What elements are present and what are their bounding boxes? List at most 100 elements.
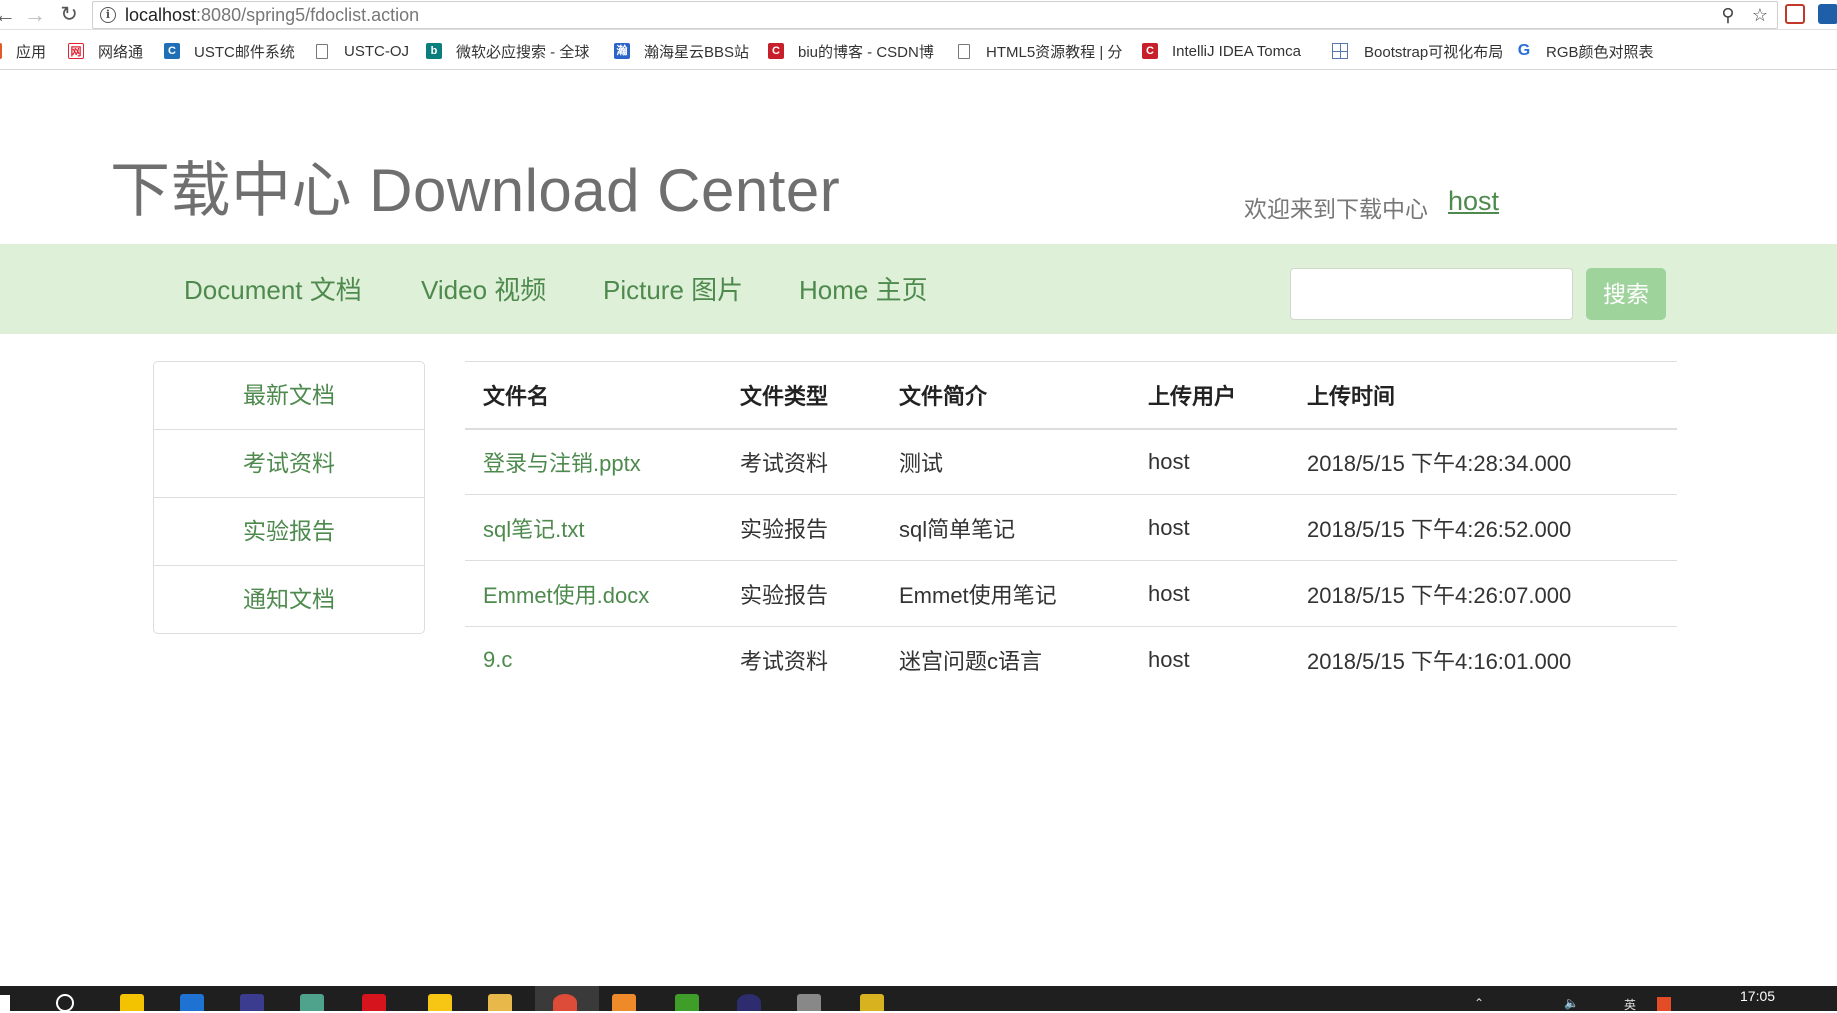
file-upload-time: 2018/5/15 下午4:28:34.000 bbox=[1307, 450, 1572, 476]
back-icon[interactable]: ← bbox=[0, 2, 18, 28]
column-header-upload-time: 上传时间 bbox=[1307, 383, 1396, 409]
file-link[interactable]: sql笔记.txt bbox=[465, 495, 722, 561]
ime-indicator[interactable]: 英 bbox=[1624, 996, 1636, 1013]
sidebar-item-exam[interactable]: 考试资料 bbox=[154, 430, 424, 498]
edge-icon[interactable] bbox=[180, 994, 204, 1011]
file-link[interactable]: 登录与注销.pptx bbox=[465, 429, 722, 495]
table-row: 登录与注销.pptx 考试资料 测试 host 2018/5/15 下午4:28… bbox=[465, 429, 1677, 495]
volume-icon[interactable]: 🔈 bbox=[1564, 996, 1579, 1010]
start-icon[interactable] bbox=[0, 995, 10, 1011]
file-uploader: host bbox=[1148, 514, 1190, 540]
nav-video[interactable]: Video 视频 bbox=[421, 270, 546, 307]
file-link[interactable]: 9.c bbox=[465, 627, 722, 693]
bookmarks-bar: 应用 网 网络通 C USTC邮件系统 USTC-OJ b 微软必应搜索 - 全… bbox=[0, 31, 1837, 70]
bookmark-label: 应用 bbox=[16, 43, 47, 61]
app-icon[interactable] bbox=[428, 994, 452, 1011]
rgb-icon: G bbox=[1516, 42, 1532, 59]
bookmark-csdn[interactable]: C biu的博客 - CSDN博 bbox=[768, 41, 934, 61]
page-icon bbox=[316, 43, 328, 59]
bookmark-ustc-oj[interactable]: USTC-OJ bbox=[316, 41, 409, 61]
bookmark-bing[interactable]: b 微软必应搜索 - 全球 bbox=[426, 41, 589, 61]
bookmark-ustc-mail[interactable]: C USTC邮件系统 bbox=[164, 41, 295, 61]
csdn-icon: C bbox=[1142, 43, 1158, 59]
file-type: 实验报告 bbox=[740, 516, 829, 542]
folder-icon[interactable] bbox=[488, 994, 512, 1011]
column-header-description: 文件简介 bbox=[899, 383, 988, 409]
sidebar-item-latest[interactable]: 最新文档 bbox=[154, 362, 424, 430]
settings-icon[interactable] bbox=[797, 994, 821, 1011]
table-header-row: 文件名 文件类型 文件简介 上传用户 上传时间 bbox=[465, 361, 1677, 429]
file-description: 测试 bbox=[899, 450, 944, 476]
user-link[interactable]: host bbox=[1448, 186, 1499, 217]
category-sidebar: 最新文档 考试资料 实验报告 通知文档 bbox=[153, 361, 425, 634]
bookmark-intellij[interactable]: C IntelliJ IDEA Tomca bbox=[1142, 41, 1301, 61]
file-upload-time: 2018/5/15 下午4:16:01.000 bbox=[1307, 648, 1572, 674]
nav-document[interactable]: Document 文档 bbox=[184, 270, 362, 307]
bookmark-html5[interactable]: HTML5资源教程 | 分 bbox=[958, 41, 1122, 61]
sidebar-item-lab-report[interactable]: 实验报告 bbox=[154, 498, 424, 566]
bookmark-label: RGB颜色对照表 bbox=[1546, 43, 1654, 61]
file-description: Emmet使用笔记 bbox=[899, 582, 1057, 608]
table-row: sql笔记.txt 实验报告 sql简单笔记 host 2018/5/15 下午… bbox=[465, 495, 1677, 561]
bookmark-label: USTC邮件系统 bbox=[194, 43, 295, 61]
clock[interactable]: 17:05 bbox=[1740, 988, 1775, 1004]
column-header-filename: 文件名 bbox=[483, 383, 550, 409]
net-icon: 网 bbox=[68, 43, 84, 59]
nav-home[interactable]: Home 主页 bbox=[799, 270, 928, 307]
table-row: 9.c 考试资料 迷宫问题c语言 host 2018/5/15 下午4:16:0… bbox=[465, 627, 1677, 693]
file-link[interactable]: Emmet使用.docx bbox=[465, 561, 722, 627]
app-icon[interactable] bbox=[860, 994, 884, 1011]
address-bar[interactable]: i localhost:8080/spring5/fdoclist.action… bbox=[92, 1, 1778, 29]
bookmark-rgb[interactable]: G RGB颜色对照表 bbox=[1516, 41, 1654, 61]
url-text: localhost:8080/spring5/fdoclist.action bbox=[125, 5, 420, 25]
forward-icon[interactable]: → bbox=[22, 2, 48, 28]
pocket-extension-icon[interactable] bbox=[1785, 4, 1805, 24]
sidebar-item-notice[interactable]: 通知文档 bbox=[154, 566, 424, 633]
file-uploader: host bbox=[1148, 580, 1190, 606]
file-type: 考试资料 bbox=[740, 450, 829, 476]
zoom-icon[interactable]: ⚲ bbox=[1717, 4, 1739, 26]
bookmark-apps[interactable]: 应用 bbox=[0, 41, 46, 61]
qq-icon[interactable] bbox=[120, 994, 144, 1011]
chrome-icon[interactable] bbox=[553, 994, 577, 1011]
bbs-icon: 瀚 bbox=[614, 43, 630, 59]
page-title: 下载中心 Download Center bbox=[110, 157, 841, 224]
file-upload-time: 2018/5/15 下午4:26:52.000 bbox=[1307, 516, 1572, 542]
tray-chevron-icon[interactable]: ⌃ bbox=[1474, 996, 1484, 1010]
sublime-icon[interactable] bbox=[612, 994, 636, 1011]
apps-grid-icon bbox=[0, 43, 2, 59]
tray-app-icon[interactable] bbox=[1657, 997, 1671, 1011]
search-button[interactable]: 搜索 bbox=[1586, 268, 1666, 320]
bookmark-bbs[interactable]: 瀚 瀚海星云BBS站 bbox=[614, 41, 749, 61]
reload-icon[interactable]: ↻ bbox=[56, 2, 82, 28]
bookmark-bootstrap[interactable]: Bootstrap可视化布局 bbox=[1332, 41, 1503, 61]
search-icon[interactable] bbox=[56, 994, 74, 1012]
page-icon bbox=[958, 43, 970, 59]
bookmark-label: USTC-OJ bbox=[344, 42, 409, 60]
search-input[interactable] bbox=[1290, 268, 1573, 320]
browser-toolbar: ← → ↻ i localhost:8080/spring5/fdoclist.… bbox=[0, 0, 1837, 30]
file-description: 迷宫问题c语言 bbox=[899, 648, 1043, 674]
app-icon[interactable] bbox=[675, 994, 699, 1011]
csdn-icon: C bbox=[768, 43, 784, 59]
column-header-type: 文件类型 bbox=[740, 383, 829, 409]
bookmark-netcom[interactable]: 网 网络通 bbox=[68, 41, 143, 61]
grid-icon bbox=[1332, 43, 1348, 59]
nav-picture[interactable]: Picture 图片 bbox=[603, 270, 743, 307]
file-type: 考试资料 bbox=[740, 648, 829, 674]
app-icon[interactable] bbox=[240, 994, 264, 1011]
site-info-icon[interactable]: i bbox=[100, 7, 116, 23]
bookmark-label: biu的博客 - CSDN博 bbox=[798, 43, 934, 61]
file-upload-time: 2018/5/15 下午4:26:07.000 bbox=[1307, 582, 1572, 608]
extension-icon[interactable] bbox=[1818, 4, 1837, 24]
app-icon[interactable] bbox=[300, 994, 324, 1011]
netease-music-icon[interactable] bbox=[362, 994, 386, 1011]
document-table: 文件名 文件类型 文件简介 上传用户 上传时间 登录与注销.pptx 考试资料 … bbox=[465, 361, 1677, 693]
welcome-text: 欢迎来到下载中心 bbox=[1244, 196, 1428, 222]
bing-icon: b bbox=[426, 43, 442, 59]
eclipse-icon[interactable] bbox=[737, 994, 761, 1011]
bookmark-label: Bootstrap可视化布局 bbox=[1364, 43, 1504, 61]
file-type: 实验报告 bbox=[740, 582, 829, 608]
taskbar: ⌃ 🔈 英 17:05 bbox=[0, 986, 1837, 1013]
bookmark-star-icon[interactable]: ☆ bbox=[1749, 4, 1771, 26]
